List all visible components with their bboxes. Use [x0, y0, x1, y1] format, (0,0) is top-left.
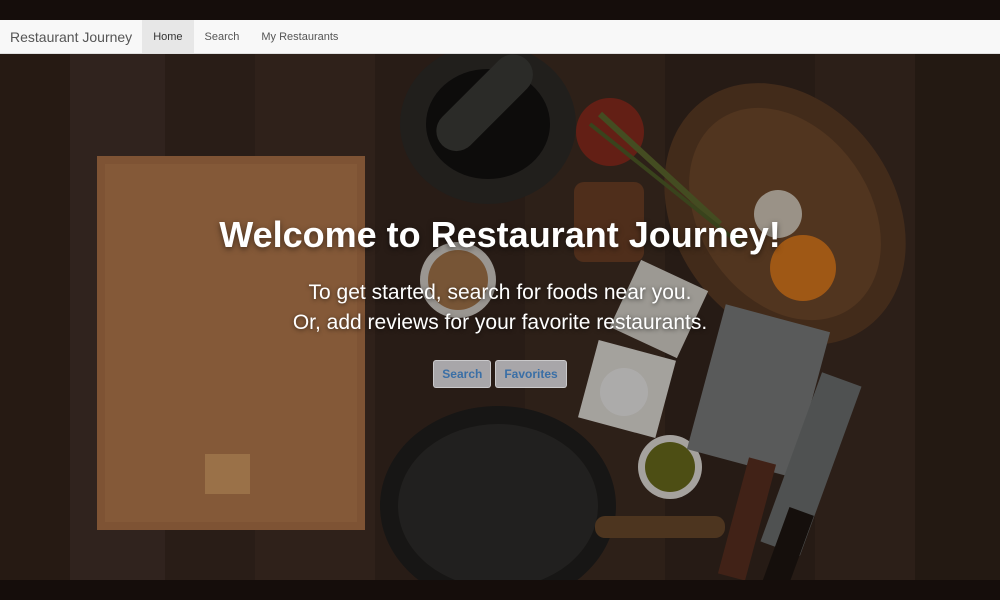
- nav-link-search[interactable]: Search: [194, 20, 251, 53]
- favorites-button[interactable]: Favorites: [495, 360, 567, 388]
- navbar-brand[interactable]: Restaurant Journey: [0, 20, 142, 53]
- search-button[interactable]: Search: [433, 360, 492, 388]
- hero-buttons: Search Favorites: [0, 360, 1000, 388]
- hero-section: Welcome to Restaurant Journey! To get st…: [0, 54, 1000, 580]
- hero-line-2: Or, add reviews for your favorite restau…: [292, 311, 708, 334]
- nav-link-my-restaurants[interactable]: My Restaurants: [250, 20, 349, 53]
- hero-title: Welcome to Restaurant Journey!: [219, 214, 781, 255]
- nav-link-home[interactable]: Home: [142, 20, 194, 53]
- letterbox-bottom: [0, 580, 1000, 600]
- navbar: Restaurant Journey Home Search My Restau…: [0, 20, 1000, 54]
- hero-content: Welcome to Restaurant Journey! To get st…: [0, 214, 1000, 388]
- letterbox-top: [0, 0, 1000, 20]
- hero-line-1: To get started, search for foods near yo…: [308, 281, 692, 304]
- hero-subtitle: To get started, search for foods near yo…: [0, 278, 1000, 338]
